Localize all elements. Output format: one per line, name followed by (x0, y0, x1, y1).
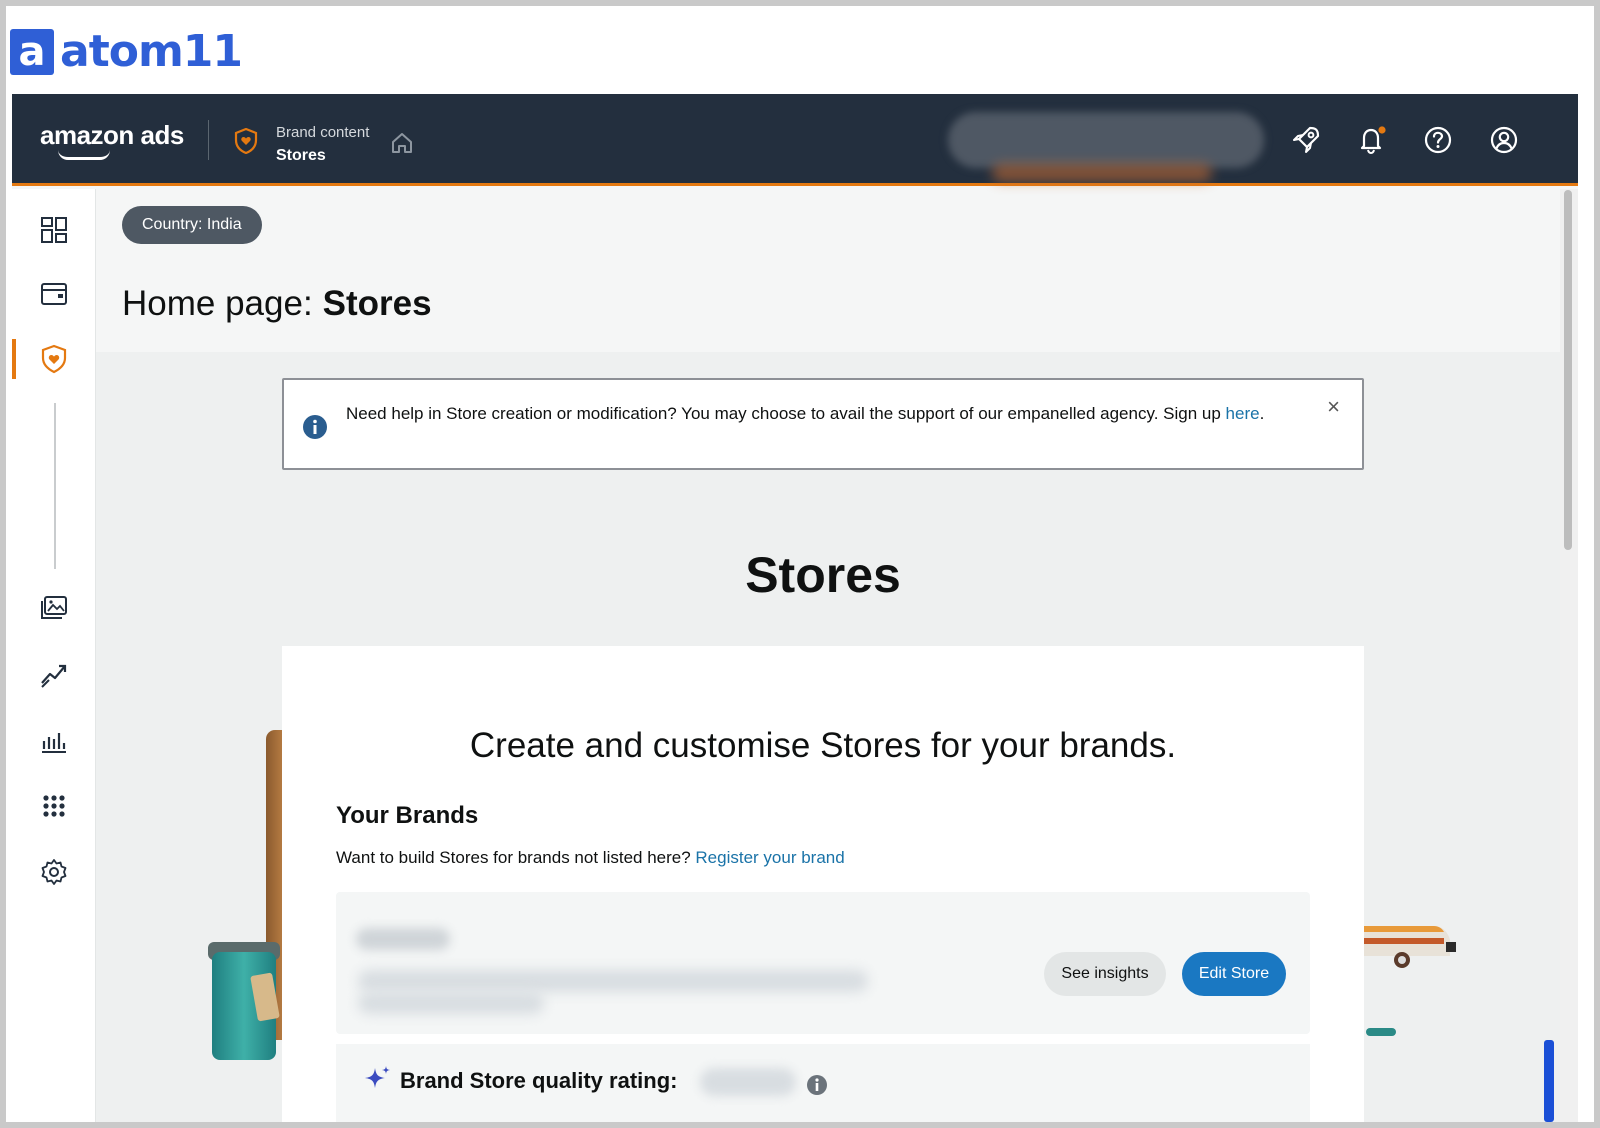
side-navigation (12, 189, 96, 1122)
amazon-smile-icon (58, 150, 110, 160)
stores-heading: Stores (745, 547, 901, 603)
account-selector-redacted-glow (992, 164, 1212, 182)
country-selector[interactable]: Country: India (122, 206, 262, 244)
quality-rating-row: Brand Store quality rating: (336, 1044, 1310, 1122)
quality-rating-label: Brand Store quality rating: (400, 1068, 678, 1093)
info-banner: Need help in Store creation or modificat… (282, 378, 1364, 470)
brand-content-icon[interactable] (39, 344, 69, 374)
breadcrumb: Brand content Stores (276, 124, 369, 165)
atom11-logo-mark: a (10, 28, 54, 75)
info-banner-text: Need help in Store creation or modificat… (346, 400, 1306, 428)
info-banner-link[interactable]: here (1226, 404, 1260, 423)
bell-icon[interactable] (1356, 124, 1388, 156)
info-banner-suffix: . (1259, 404, 1265, 423)
home-icon[interactable] (390, 132, 414, 154)
topbar-divider (208, 120, 209, 160)
your-brands-heading: Your Brands (336, 802, 479, 829)
amazon-ads-logo[interactable]: amazon ads (40, 120, 184, 151)
register-prompt: Want to build Stores for brands not list… (336, 848, 845, 868)
account-selector-redacted[interactable] (948, 112, 1264, 168)
see-insights-button[interactable]: See insights (1044, 952, 1166, 996)
card-title: Create and customise Stores for your bra… (469, 726, 1177, 765)
account-icon[interactable] (1488, 124, 1520, 156)
brand-details-redacted (358, 992, 544, 1014)
brand-row: See insights Edit Store (336, 892, 1310, 1034)
stores-card: Create and customise Stores for your bra… (282, 646, 1364, 1122)
help-icon[interactable] (1422, 124, 1454, 156)
register-brand-link[interactable]: Register your brand (695, 848, 844, 867)
nav-active-indicator (12, 339, 16, 379)
nav-submenu-line (54, 403, 56, 569)
amazon-ads-app: amazon ads Brand content Stores Country:… (12, 94, 1578, 1122)
edit-store-button[interactable]: Edit Store (1182, 952, 1286, 996)
dashboard-icon[interactable] (39, 215, 69, 245)
page-title-bold: Stores (322, 284, 432, 323)
scrollbar-thumb[interactable] (1564, 190, 1572, 550)
quality-rating-redacted (700, 1068, 796, 1096)
brand-content-shield-icon (234, 128, 258, 154)
decorative-teal-piece (1366, 1028, 1396, 1036)
decorative-toy-van (1364, 926, 1456, 968)
atom11-banner: a atom11 (6, 6, 1594, 92)
register-prompt-text: Want to build Stores for brands not list… (336, 848, 696, 867)
info-banner-message: Need help in Store creation or modificat… (346, 404, 1226, 423)
brand-details-redacted (358, 970, 868, 992)
reports-icon[interactable] (39, 725, 69, 755)
close-icon[interactable]: × (1327, 394, 1340, 420)
breadcrumb-current: Stores (276, 147, 326, 164)
atom11-logo: a atom11 (10, 26, 243, 77)
apps-icon[interactable] (39, 791, 69, 821)
brand-name-redacted (356, 928, 450, 950)
settings-icon[interactable] (39, 857, 69, 887)
insights-icon[interactable] (39, 659, 69, 689)
top-navigation-bar: amazon ads Brand content Stores (12, 94, 1578, 186)
breadcrumb-parent[interactable]: Brand content (276, 124, 369, 141)
rocket-icon[interactable] (1290, 124, 1322, 156)
screenshot-frame: a atom11 amazon ads Brand content Stores (0, 0, 1600, 1128)
feedback-tab[interactable] (1544, 1040, 1554, 1122)
sparkle-icon (365, 1066, 390, 1088)
page-title: Home page: Stores (122, 284, 432, 324)
page-title-prefix: Home page: (122, 284, 313, 323)
atom11-logo-text: atom11 (60, 26, 243, 77)
campaigns-icon[interactable] (39, 279, 69, 309)
creative-assets-icon[interactable] (39, 593, 69, 623)
info-icon (303, 415, 327, 439)
info-icon[interactable] (806, 1074, 828, 1096)
